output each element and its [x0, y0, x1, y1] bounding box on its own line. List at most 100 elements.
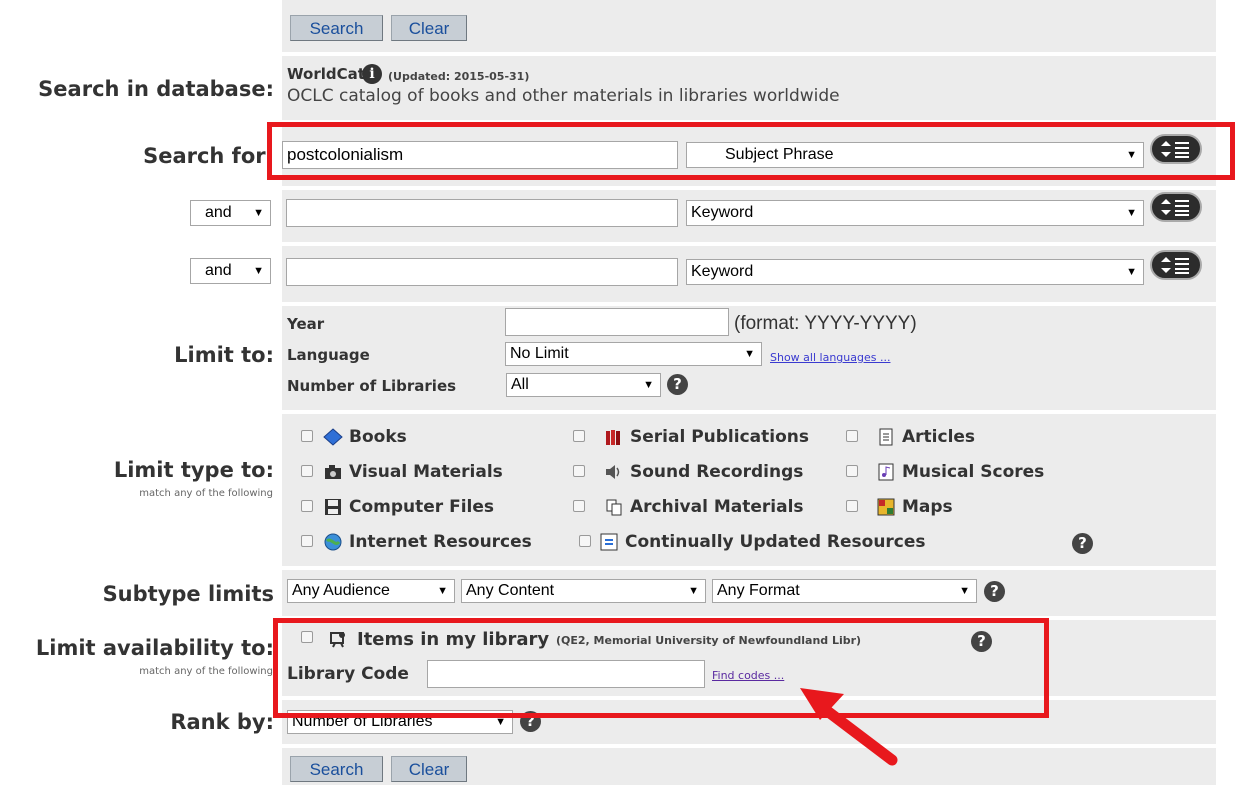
music-score-icon — [878, 463, 894, 481]
serial-publications-checkbox[interactable] — [573, 430, 585, 442]
search-term-input-3[interactable] — [286, 258, 678, 286]
database-updated: (Updated: 2015-05-31) — [388, 70, 530, 83]
expand-options-button-2[interactable] — [1150, 192, 1202, 222]
continually-updated-checkbox[interactable] — [579, 535, 591, 547]
articles-checkbox[interactable] — [846, 430, 858, 442]
continually-updated-label: Continually Updated Resources — [625, 532, 926, 552]
year-label: Year — [287, 315, 325, 333]
content-select[interactable]: Any Content ▼ — [461, 579, 706, 603]
serial-publications-item: Serial Publications — [604, 427, 809, 447]
database-name: WorldCat — [287, 65, 365, 83]
camera-icon — [325, 465, 341, 479]
year-format-hint: (format: YYYY-YYYY) — [734, 313, 917, 334]
update-icon — [600, 533, 618, 551]
archival-materials-item: Archival Materials — [604, 497, 804, 517]
chevron-down-icon: ▼ — [1126, 266, 1137, 278]
limit-type-label: Limit type to: — [113, 458, 274, 482]
help-icon[interactable]: ? — [1072, 533, 1093, 554]
show-all-languages-link[interactable]: Show all languages ... — [770, 351, 890, 364]
availability-sublabel: match any of the following — [139, 666, 273, 677]
number-of-libraries-label: Number of Libraries — [287, 377, 457, 395]
archival-materials-checkbox[interactable] — [573, 500, 585, 512]
floppy-disk-icon — [325, 499, 341, 515]
book-icon — [323, 428, 343, 446]
format-select[interactable]: Any Format ▼ — [712, 579, 977, 603]
clear-button-top[interactable]: Clear — [391, 15, 467, 41]
serial-publications-label: Serial Publications — [630, 427, 809, 447]
boolean-select-2[interactable]: and ▼ — [190, 200, 271, 226]
map-icon — [877, 498, 895, 516]
computer-files-label: Computer Files — [349, 497, 495, 517]
internet-resources-item: Internet Resources — [323, 532, 532, 552]
chevron-down-icon: ▼ — [1126, 207, 1137, 219]
chevron-down-icon: ▼ — [643, 379, 654, 391]
help-icon[interactable]: ? — [984, 581, 1005, 602]
language-value: No Limit — [510, 345, 569, 362]
limit-type-sublabel: match any of the following — [139, 488, 273, 499]
number-of-libraries-value: All — [511, 376, 529, 393]
boolean-select-3[interactable]: and ▼ — [190, 258, 271, 284]
books-checkbox[interactable] — [301, 430, 313, 442]
sound-recordings-item: Sound Recordings — [604, 462, 803, 482]
database-description: OCLC catalog of books and other material… — [287, 86, 840, 106]
chevron-down-icon: ▼ — [253, 265, 264, 277]
articles-item: Articles — [876, 427, 975, 447]
red-arrow-icon — [800, 688, 898, 766]
internet-resources-label: Internet Resources — [349, 532, 532, 552]
search-index-select-2[interactable]: Keyword ▼ — [686, 200, 1144, 226]
search-button-bottom[interactable]: Search — [290, 756, 383, 782]
chevron-down-icon: ▼ — [744, 348, 755, 360]
expand-options-icon — [1161, 199, 1189, 216]
help-icon[interactable]: ? — [667, 374, 688, 395]
clear-button-bottom[interactable]: Clear — [391, 756, 467, 782]
archive-icon — [606, 499, 622, 516]
continually-updated-item: Continually Updated Resources — [599, 532, 926, 552]
search-for-label: Search for: — [143, 144, 274, 168]
chevron-down-icon: ▼ — [688, 585, 699, 597]
availability-highlight — [273, 618, 1049, 718]
internet-resources-checkbox[interactable] — [301, 535, 313, 547]
document-icon — [879, 428, 893, 446]
musical-scores-checkbox[interactable] — [846, 465, 858, 477]
expand-options-button-3[interactable] — [1150, 250, 1202, 280]
limit-to-label: Limit to: — [174, 343, 274, 367]
visual-materials-label: Visual Materials — [349, 462, 503, 482]
visual-materials-checkbox[interactable] — [301, 465, 313, 477]
visual-materials-item: Visual Materials — [323, 462, 503, 482]
computer-files-checkbox[interactable] — [301, 500, 313, 512]
search-for-highlight — [267, 122, 1235, 180]
boolean-value-2: and — [205, 204, 232, 221]
musical-scores-label: Musical Scores — [902, 462, 1045, 482]
language-select[interactable]: No Limit ▼ — [505, 342, 762, 366]
content-value: Any Content — [466, 582, 555, 599]
rank-label: Rank by: — [170, 710, 274, 734]
info-icon[interactable]: i — [362, 64, 382, 84]
database-label: Search in database: — [38, 77, 274, 101]
globe-icon — [324, 533, 342, 551]
year-input[interactable] — [505, 308, 729, 336]
search-index-select-3[interactable]: Keyword ▼ — [686, 259, 1144, 285]
search-button-top[interactable]: Search — [290, 15, 383, 41]
books-label: Books — [349, 427, 407, 447]
subtype-label: Subtype limits — [102, 582, 274, 606]
chevron-down-icon: ▼ — [437, 585, 448, 597]
audience-value: Any Audience — [292, 582, 390, 599]
audience-select[interactable]: Any Audience ▼ — [287, 579, 455, 603]
search-term-input-2[interactable] — [286, 199, 678, 227]
maps-item: Maps — [876, 497, 953, 517]
number-of-libraries-select[interactable]: All ▼ — [506, 373, 661, 397]
speaker-icon — [606, 465, 620, 479]
articles-label: Articles — [902, 427, 976, 447]
books-item: Books — [323, 427, 407, 447]
search-index-value-2: Keyword — [691, 204, 754, 221]
serial-books-icon — [606, 430, 620, 445]
language-label: Language — [287, 346, 370, 364]
availability-label: Limit availability to: — [35, 636, 274, 660]
archival-materials-label: Archival Materials — [630, 497, 804, 517]
boolean-value-3: and — [205, 262, 232, 279]
maps-checkbox[interactable] — [846, 500, 858, 512]
sound-recordings-checkbox[interactable] — [573, 465, 585, 477]
chevron-down-icon: ▼ — [959, 585, 970, 597]
sound-recordings-label: Sound Recordings — [630, 462, 804, 482]
search-index-value-3: Keyword — [691, 263, 754, 280]
